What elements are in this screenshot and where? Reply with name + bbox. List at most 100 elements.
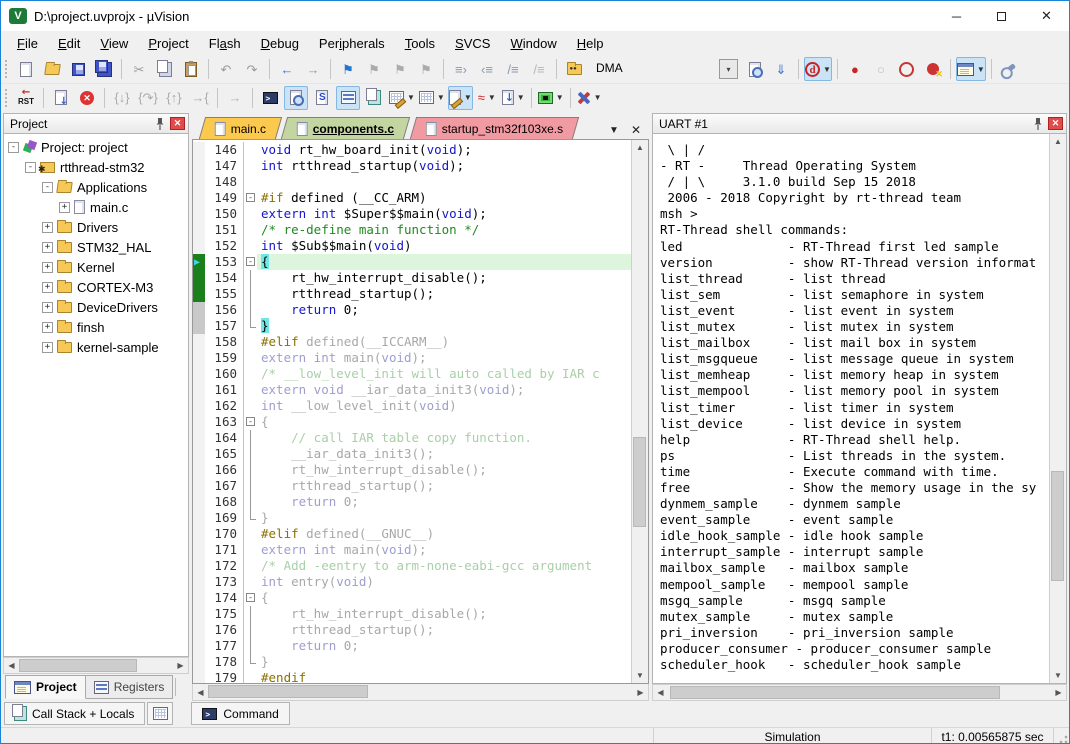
gutter-margin[interactable] bbox=[193, 574, 205, 590]
tree-item-project-project[interactable]: -Project: project bbox=[4, 137, 188, 157]
step-button[interactable]: {↓} bbox=[110, 86, 134, 110]
toolbar-grip[interactable] bbox=[5, 89, 9, 107]
gutter-margin[interactable] bbox=[193, 622, 205, 638]
uart-output[interactable]: \ | / - RT - Thread Operating System / |… bbox=[653, 134, 1049, 683]
expand-icon[interactable]: + bbox=[42, 222, 53, 233]
uart-vscrollbar[interactable]: ▲ ▼ bbox=[1049, 134, 1066, 683]
gutter-margin[interactable] bbox=[193, 318, 205, 334]
collapse-icon[interactable]: - bbox=[8, 142, 19, 153]
menu-project[interactable]: Project bbox=[138, 33, 198, 54]
gutter-margin[interactable] bbox=[193, 398, 205, 414]
run-button[interactable] bbox=[49, 86, 73, 110]
gutter-margin[interactable] bbox=[193, 558, 205, 574]
serial-windows-button[interactable]: ▼ bbox=[448, 86, 473, 110]
menu-view[interactable]: View bbox=[90, 33, 138, 54]
gutter-margin[interactable] bbox=[193, 206, 205, 222]
toolbar-grip[interactable] bbox=[5, 60, 9, 78]
gutter-margin[interactable] bbox=[193, 430, 205, 446]
save-all-button[interactable] bbox=[92, 57, 116, 81]
call-stack-window-button[interactable] bbox=[362, 86, 386, 110]
undo-button[interactable]: ↶ bbox=[214, 57, 238, 81]
gutter-margin[interactable] bbox=[193, 142, 205, 158]
uncomment-button[interactable]: /≡ bbox=[527, 57, 551, 81]
gutter-margin[interactable] bbox=[193, 494, 205, 510]
gutter-margin[interactable] bbox=[193, 654, 205, 670]
gutter-margin[interactable] bbox=[193, 302, 205, 318]
resize-grip[interactable] bbox=[1053, 728, 1069, 744]
expand-icon[interactable]: + bbox=[42, 262, 53, 273]
step-over-button[interactable]: {↷} bbox=[136, 86, 160, 110]
gutter-margin[interactable] bbox=[193, 174, 205, 190]
expand-icon[interactable]: + bbox=[42, 342, 53, 353]
comment-button[interactable]: /≡ bbox=[501, 57, 525, 81]
disassembly-window-button[interactable] bbox=[284, 86, 308, 110]
close-document-icon[interactable]: ✕ bbox=[627, 121, 645, 139]
toolbox-button[interactable]: ▼ bbox=[576, 86, 603, 110]
stop-button[interactable] bbox=[75, 86, 99, 110]
expand-icon[interactable]: + bbox=[59, 202, 70, 213]
expand-icon[interactable]: + bbox=[42, 302, 53, 313]
fold-collapse-icon[interactable]: - bbox=[246, 257, 255, 266]
tree-item-stm32-hal[interactable]: +STM32_HAL bbox=[4, 237, 188, 257]
new-file-button[interactable] bbox=[14, 57, 38, 81]
uart-hscrollbar[interactable]: ◀ ▶ bbox=[652, 684, 1067, 701]
tab-list-dropdown-icon[interactable]: ▼ bbox=[605, 121, 623, 139]
gutter-margin[interactable] bbox=[193, 670, 205, 683]
paste-button[interactable] bbox=[179, 57, 203, 81]
collapse-icon[interactable]: - bbox=[42, 182, 53, 193]
gutter-margin[interactable] bbox=[193, 270, 205, 286]
indent-button[interactable]: ≡› bbox=[449, 57, 473, 81]
scroll-right-icon[interactable]: ▶ bbox=[1051, 685, 1066, 700]
gutter-margin[interactable] bbox=[193, 542, 205, 558]
tree-item-cortex-m3[interactable]: +CORTEX-M3 bbox=[4, 277, 188, 297]
gutter-margin[interactable] bbox=[193, 286, 205, 302]
pin-icon[interactable] bbox=[1031, 117, 1045, 131]
pin-icon[interactable] bbox=[153, 117, 167, 131]
reset-button[interactable]: ←RST bbox=[14, 86, 38, 110]
gutter-margin[interactable] bbox=[193, 478, 205, 494]
scroll-left-icon[interactable]: ◀ bbox=[193, 685, 208, 700]
next-statement-button[interactable]: → bbox=[223, 86, 247, 110]
expand-icon[interactable]: + bbox=[42, 242, 53, 253]
tree-item-kernel-sample[interactable]: +kernel-sample bbox=[4, 337, 188, 357]
gutter-margin[interactable] bbox=[193, 606, 205, 622]
gutter-margin[interactable] bbox=[193, 350, 205, 366]
command-window-button[interactable] bbox=[258, 86, 282, 110]
gutter-margin[interactable] bbox=[193, 382, 205, 398]
fold-collapse-icon[interactable]: - bbox=[246, 417, 255, 426]
close-button[interactable]: ✕ bbox=[1024, 1, 1069, 31]
menu-help[interactable]: Help bbox=[567, 33, 614, 54]
tab-call-stack-locals[interactable]: Call Stack + Locals bbox=[4, 702, 145, 725]
tree-item-main-c[interactable]: +main.c bbox=[4, 197, 188, 217]
cut-button[interactable]: ✂ bbox=[127, 57, 151, 81]
project-hscrollbar[interactable]: ◀ ▶ bbox=[3, 657, 189, 674]
scroll-right-icon[interactable]: ▶ bbox=[173, 658, 188, 673]
editor-hscrollbar[interactable]: ◀ ▶ bbox=[192, 684, 649, 701]
gutter-margin[interactable] bbox=[193, 462, 205, 478]
prev-bookmark-button[interactable]: ⚑ bbox=[388, 57, 412, 81]
tree-item-devicedrivers[interactable]: +DeviceDrivers bbox=[4, 297, 188, 317]
menu-tools[interactable]: Tools bbox=[395, 33, 445, 54]
lookup-in-files-button[interactable] bbox=[743, 57, 767, 81]
tab-components-c[interactable]: components.c bbox=[281, 117, 411, 139]
tab-project[interactable]: Project bbox=[5, 675, 86, 699]
tab-main-c[interactable]: main.c bbox=[199, 117, 283, 139]
gutter-margin[interactable] bbox=[193, 414, 205, 430]
trace-windows-button[interactable]: ▼ bbox=[501, 86, 526, 110]
tab-startup-stm32f103xe-s[interactable]: startup_stm32f103xe.s bbox=[410, 117, 580, 139]
menu-edit[interactable]: Edit bbox=[48, 33, 90, 54]
current-statement-marker[interactable] bbox=[193, 254, 205, 270]
tab-command[interactable]: Command bbox=[191, 702, 289, 725]
editor-vscrollbar[interactable]: ▲ ▼ bbox=[631, 140, 648, 683]
scroll-left-icon[interactable]: ◀ bbox=[653, 685, 668, 700]
scroll-right-icon[interactable]: ▶ bbox=[633, 685, 648, 700]
menu-file[interactable]: File bbox=[7, 33, 48, 54]
clear-bookmarks-button[interactable]: ⚑ bbox=[414, 57, 438, 81]
memory-window-tab[interactable] bbox=[147, 702, 173, 725]
registers-window-button[interactable] bbox=[336, 86, 360, 110]
fold-collapse-icon[interactable]: - bbox=[246, 593, 255, 602]
tab-registers[interactable]: Registers bbox=[86, 675, 174, 699]
debug-session-button[interactable]: ▼ bbox=[804, 57, 832, 81]
maximize-button[interactable] bbox=[979, 1, 1024, 31]
menu-flash[interactable]: Flash bbox=[199, 33, 251, 54]
